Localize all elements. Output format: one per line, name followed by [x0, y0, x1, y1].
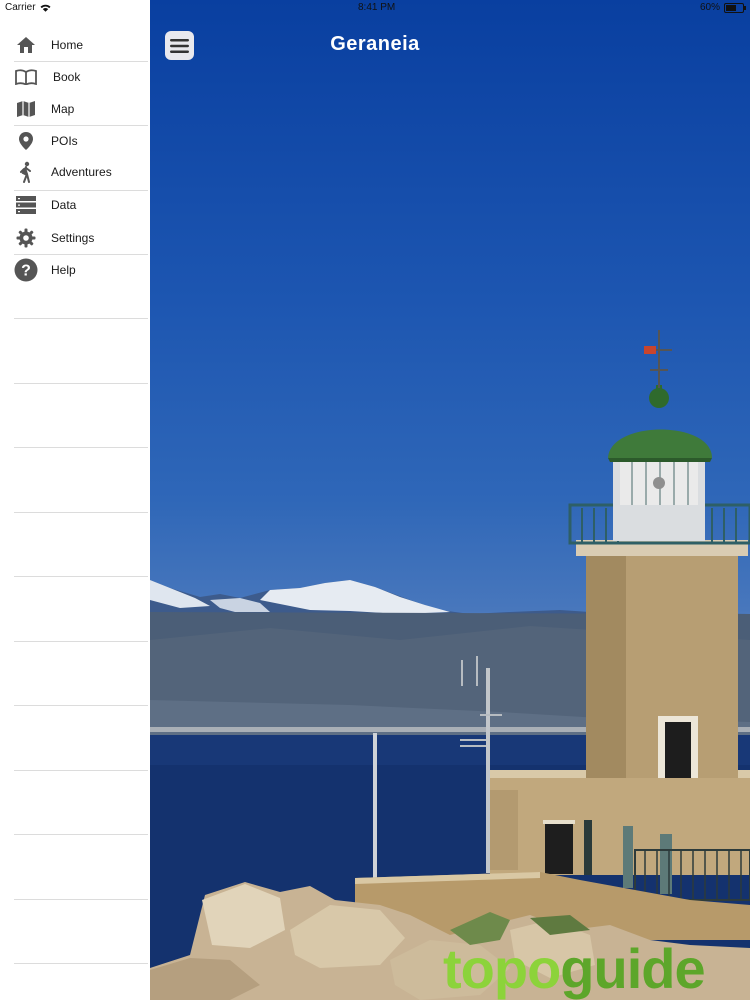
- lighthouse-photo: [150, 330, 750, 1000]
- divider: [14, 447, 148, 448]
- help-icon: ?: [14, 258, 38, 282]
- status-battery: 60%: [699, 2, 746, 13]
- sidebar-item-settings[interactable]: Settings: [14, 222, 148, 254]
- sidebar-item-label: Settings: [51, 231, 95, 245]
- brand-part-1: topo: [443, 937, 561, 1000]
- divider: [14, 705, 148, 706]
- divider: [14, 770, 148, 771]
- data-icon: [14, 193, 38, 217]
- brand-part-2: guide: [560, 937, 705, 1000]
- sidebar-item-map[interactable]: Map: [14, 93, 148, 125]
- wifi-icon: [40, 4, 51, 12]
- divider: [14, 383, 148, 384]
- book-icon: [14, 65, 38, 89]
- pin-icon: [14, 129, 38, 153]
- divider: [14, 834, 148, 835]
- divider: [14, 641, 148, 642]
- sidebar-item-book[interactable]: Book: [14, 61, 148, 93]
- divider: [14, 576, 148, 577]
- svg-text:?: ?: [21, 263, 31, 280]
- hero-image: [150, 0, 750, 1000]
- sidebar-item-label: Book: [53, 70, 81, 84]
- sidebar-item-help[interactable]: ? Help: [14, 254, 148, 286]
- topoguide-logo: topoguide: [443, 936, 706, 1001]
- gear-icon: [14, 226, 38, 250]
- sidebar-menu: Home Book Map POIs Adventures Data Setti…: [0, 0, 150, 1000]
- sidebar-item-label: Help: [51, 263, 76, 277]
- hiker-icon: [14, 160, 38, 184]
- battery-percent: 60%: [699, 2, 720, 13]
- sidebar-item-label: Data: [51, 198, 77, 212]
- map-icon: [14, 97, 38, 121]
- divider: [14, 963, 148, 964]
- status-time: 8:41 PM: [358, 2, 396, 13]
- divider: [14, 899, 148, 900]
- page-title: Geraneia: [330, 33, 420, 55]
- divider: [14, 512, 148, 513]
- sidebar-item-adventures[interactable]: Adventures: [14, 156, 148, 188]
- status-carrier: Carrier: [5, 2, 51, 13]
- sidebar-item-pois[interactable]: POIs: [14, 125, 148, 157]
- sidebar-item-label: POIs: [51, 134, 78, 148]
- sidebar-item-label: Map: [51, 102, 75, 116]
- sidebar-item-data[interactable]: Data: [14, 189, 148, 221]
- battery-icon: [724, 2, 746, 13]
- carrier-label: Carrier: [5, 2, 36, 13]
- divider: [14, 318, 148, 319]
- sidebar-item-label: Adventures: [51, 165, 112, 179]
